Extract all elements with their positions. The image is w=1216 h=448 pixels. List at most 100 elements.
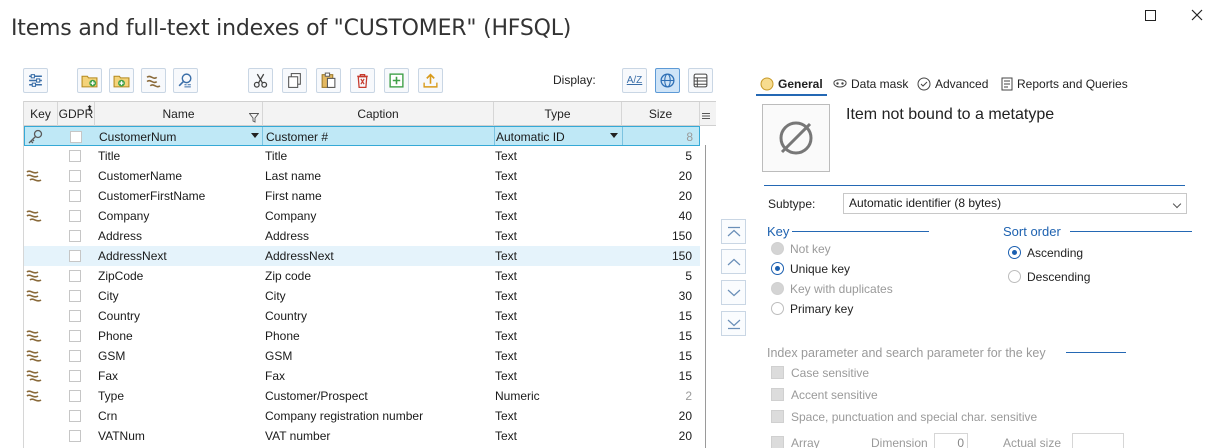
checkbox-array[interactable] <box>771 436 784 448</box>
table-row[interactable]: AddressNext AddressNext Text 150 <box>24 246 700 266</box>
cell-type[interactable]: Text <box>495 426 605 446</box>
gdpr-checkbox[interactable] <box>69 410 81 422</box>
gdpr-checkbox[interactable] <box>69 150 81 162</box>
cell-type[interactable]: Text <box>495 306 605 326</box>
radio-key-with-duplicates[interactable] <box>771 282 784 295</box>
cell-name[interactable]: Fax <box>98 366 248 386</box>
grid-scrollbar[interactable] <box>705 145 706 448</box>
settings-button[interactable] <box>23 68 48 93</box>
cell-type[interactable]: Numeric <box>495 386 605 406</box>
checkbox-punctuation-sensitive[interactable] <box>771 410 784 423</box>
fulltext-index-button[interactable] <box>173 68 198 93</box>
cell-size[interactable]: 20 <box>622 426 692 446</box>
gdpr-checkbox[interactable] <box>69 430 81 442</box>
cell-type[interactable]: Text <box>495 166 605 186</box>
gdpr-checkbox[interactable] <box>69 310 81 322</box>
cell-name[interactable]: City <box>98 286 248 306</box>
cell-name[interactable]: Company <box>98 206 248 226</box>
actual-size-input[interactable] <box>1072 433 1124 448</box>
cell-size[interactable]: 2 <box>622 386 692 406</box>
subtype-select[interactable]: Automatic identifier (8 bytes) <box>843 193 1187 214</box>
cell-size[interactable]: 150 <box>622 226 692 246</box>
cell-name[interactable]: CustomerName <box>98 166 248 186</box>
col-header-name[interactable]: Name <box>95 102 263 126</box>
radio-unique-key[interactable] <box>771 262 784 275</box>
gdpr-checkbox[interactable] <box>69 270 81 282</box>
move-down-button[interactable] <box>721 280 746 305</box>
cell-type[interactable]: Text <box>495 286 605 306</box>
cell-size[interactable]: 150 <box>622 246 692 266</box>
cell-name[interactable]: ZipCode <box>98 266 248 286</box>
cell-type[interactable]: Text <box>495 206 605 226</box>
cell-size[interactable]: 15 <box>622 326 692 346</box>
radio-ascending[interactable] <box>1008 246 1021 259</box>
cell-caption[interactable]: Company <box>265 206 485 226</box>
tab-general[interactable]: General <box>760 75 823 93</box>
table-row[interactable]: Crn Company registration number Text 20 <box>24 406 700 426</box>
gdpr-checkbox[interactable] <box>69 330 81 342</box>
cell-caption[interactable]: First name <box>265 186 485 206</box>
checkbox-accent-sensitive[interactable] <box>771 388 784 401</box>
cell-caption[interactable]: Phone <box>265 326 485 346</box>
cell-size[interactable]: 15 <box>622 306 692 326</box>
table-row[interactable]: Company Company Text 40 <box>24 206 700 226</box>
cell-caption[interactable]: Fax <box>265 366 485 386</box>
checkbox-case-sensitive[interactable] <box>771 366 784 379</box>
cell-size[interactable]: 20 <box>622 166 692 186</box>
table-row[interactable]: Title Title Text 5 <box>24 146 700 166</box>
move-up-button[interactable] <box>721 249 746 274</box>
cell-type[interactable]: Text <box>495 266 605 286</box>
cell-name[interactable]: Address <box>98 226 248 246</box>
maximize-button[interactable] <box>1140 6 1160 24</box>
cell-caption[interactable]: Company registration number <box>265 406 485 426</box>
gdpr-checkbox[interactable] <box>69 370 81 382</box>
cell-type[interactable]: Text <box>495 226 605 246</box>
table-row[interactable]: ZipCode Zip code Text 5 <box>24 266 700 286</box>
radio-primary-key[interactable] <box>771 302 784 315</box>
cell-name[interactable]: AddressNext <box>98 246 248 266</box>
table-row[interactable]: GSM GSM Text 15 <box>24 346 700 366</box>
cell-name[interactable]: CustomerFirstName <box>98 186 248 206</box>
col-header-type[interactable]: Type <box>494 102 622 126</box>
cell-type[interactable]: Text <box>495 146 605 166</box>
cell-caption[interactable]: VAT number <box>265 426 485 446</box>
cell-caption[interactable]: Country <box>265 306 485 326</box>
cell-caption[interactable]: Zip code <box>265 266 485 286</box>
table-row[interactable]: Type Customer/Prospect Numeric 2 <box>24 386 700 406</box>
column-menu-icon[interactable] <box>702 109 710 119</box>
gdpr-checkbox[interactable] <box>69 350 81 362</box>
paste-button[interactable] <box>316 68 341 93</box>
cell-size[interactable]: 5 <box>622 146 692 166</box>
cell-type[interactable]: Text <box>495 326 605 346</box>
cell-name[interactable]: Crn <box>98 406 248 426</box>
cell-name[interactable]: Type <box>98 386 248 406</box>
table-row[interactable]: Fax Fax Text 15 <box>24 366 700 386</box>
cell-size[interactable]: 20 <box>622 186 692 206</box>
col-header-gdpr[interactable]: GDPR ⬍ <box>58 102 95 126</box>
gdpr-checkbox[interactable] <box>69 290 81 302</box>
gdpr-checkbox[interactable] <box>69 190 81 202</box>
col-header-key[interactable]: Key <box>24 102 58 126</box>
cell-name[interactable]: CustomerNum <box>99 127 249 147</box>
cell-caption[interactable]: AddressNext <box>265 246 485 266</box>
gdpr-checkbox[interactable] <box>69 250 81 262</box>
export-button[interactable] <box>418 68 443 93</box>
cell-caption[interactable]: City <box>265 286 485 306</box>
cell-caption[interactable]: Title <box>265 146 485 166</box>
name-dropdown-icon[interactable] <box>251 133 259 138</box>
table-view-button[interactable] <box>688 68 713 93</box>
gdpr-checkbox[interactable] <box>69 210 81 222</box>
cell-size[interactable]: 40 <box>622 206 692 226</box>
cell-caption[interactable]: Customer # <box>266 127 486 147</box>
type-dropdown-icon[interactable] <box>610 133 618 138</box>
copy-button[interactable] <box>282 68 307 93</box>
gdpr-checkbox[interactable] <box>69 390 81 402</box>
cell-size[interactable]: 5 <box>622 266 692 286</box>
cell-caption[interactable]: GSM <box>265 346 485 366</box>
new-items-button[interactable] <box>109 68 134 93</box>
col-header-size[interactable]: Size <box>622 102 700 126</box>
cell-size[interactable]: 8 <box>623 127 693 147</box>
cell-type[interactable]: Text <box>495 406 605 426</box>
cell-size[interactable]: 30 <box>622 286 692 306</box>
tab-reports-queries[interactable]: Reports and Queries <box>1001 75 1128 93</box>
